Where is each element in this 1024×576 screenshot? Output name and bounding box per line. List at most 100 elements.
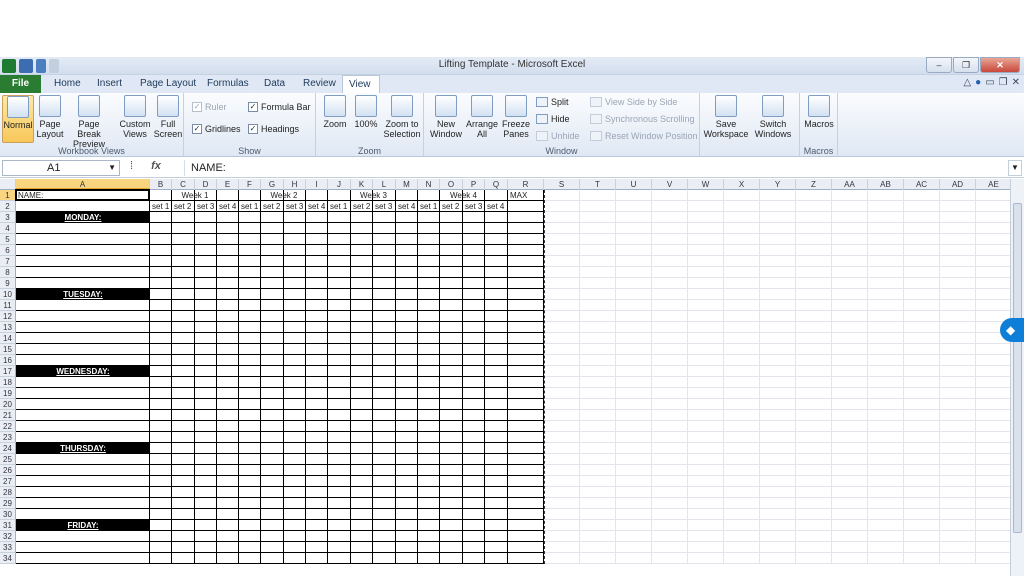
column-header-v[interactable]: V xyxy=(652,179,688,190)
column-header-d[interactable]: D xyxy=(195,179,217,190)
column-header-ac[interactable]: AC xyxy=(904,179,940,190)
active-cell-a1[interactable] xyxy=(15,189,150,201)
set-header[interactable]: set 4 xyxy=(308,201,327,212)
day-label[interactable]: THURSDAY: xyxy=(16,443,150,454)
row-header-28[interactable]: 28 xyxy=(0,487,16,498)
fx-icon[interactable]: fx xyxy=(151,160,161,176)
max-header[interactable]: MAX xyxy=(510,190,543,201)
row-header-8[interactable]: 8 xyxy=(0,267,16,278)
row-header-5[interactable]: 5 xyxy=(0,234,16,245)
set-header[interactable]: set 2 xyxy=(263,201,283,212)
page-break-preview-button[interactable]: Page Break Preview xyxy=(66,95,112,149)
column-header-w[interactable]: W xyxy=(688,179,724,190)
zoom-to-selection-button[interactable]: Zoom to Selection xyxy=(382,95,422,139)
week-header[interactable]: Week 2 xyxy=(241,190,327,201)
doc-minimize-icon[interactable]: ▭ xyxy=(985,77,994,88)
arrange-all-button[interactable]: Arrange All xyxy=(466,95,498,139)
gridlines-checkbox[interactable]: ✓ Gridlines xyxy=(192,124,241,134)
column-header-s[interactable]: S xyxy=(544,179,580,190)
zoom-100-button[interactable]: 100% xyxy=(352,95,380,129)
select-all-corner[interactable] xyxy=(0,179,16,190)
column-header-k[interactable]: K xyxy=(351,179,373,190)
day-label[interactable]: MONDAY: xyxy=(16,212,150,223)
new-window-button[interactable]: New Window xyxy=(428,95,464,139)
row-header-17[interactable]: 17 xyxy=(0,366,16,377)
scrollbar-thumb[interactable] xyxy=(1013,203,1022,533)
row-header-15[interactable]: 15 xyxy=(0,344,16,355)
row-header-13[interactable]: 13 xyxy=(0,322,16,333)
column-header-u[interactable]: U xyxy=(616,179,652,190)
week-header[interactable]: Week 3 xyxy=(330,190,417,201)
column-header-m[interactable]: M xyxy=(396,179,418,190)
tab-insert[interactable]: Insert xyxy=(91,75,128,93)
zoom-button[interactable]: Zoom xyxy=(320,95,350,129)
split-button[interactable]: Split xyxy=(536,97,569,107)
row-header-18[interactable]: 18 xyxy=(0,377,16,388)
column-header-c[interactable]: C xyxy=(172,179,195,190)
row-header-33[interactable]: 33 xyxy=(0,542,16,553)
switch-windows-button[interactable]: Switch Windows xyxy=(750,95,796,139)
column-header-ae[interactable]: AE xyxy=(976,179,1012,190)
column-header-b[interactable]: B xyxy=(150,179,172,190)
row-header-4[interactable]: 4 xyxy=(0,223,16,234)
unhide-button[interactable]: Unhide xyxy=(536,131,580,141)
day-label[interactable]: TUESDAY: xyxy=(16,289,150,300)
minimize-button[interactable]: – xyxy=(926,57,952,73)
column-header-aa[interactable]: AA xyxy=(832,179,868,190)
help-icon[interactable]: ● xyxy=(975,77,981,88)
full-screen-button[interactable]: Full Screen xyxy=(153,95,183,139)
set-header[interactable]: set 1 xyxy=(241,201,260,212)
column-header-g[interactable]: G xyxy=(261,179,284,190)
dropbox-badge[interactable]: ◆ xyxy=(1000,318,1024,342)
row-header-7[interactable]: 7 xyxy=(0,256,16,267)
set-header[interactable]: set 3 xyxy=(465,201,484,212)
row-header-27[interactable]: 27 xyxy=(0,476,16,487)
set-header[interactable]: set 1 xyxy=(330,201,350,212)
headings-checkbox[interactable]: ✓ Headings xyxy=(248,124,299,134)
day-label[interactable]: FRIDAY: xyxy=(16,520,150,531)
row-header-12[interactable]: 12 xyxy=(0,311,16,322)
hide-button[interactable]: Hide xyxy=(536,114,570,124)
column-header-l[interactable]: L xyxy=(373,179,396,190)
doc-restore-icon[interactable]: ❐ xyxy=(999,77,1008,88)
tab-formulas[interactable]: Formulas xyxy=(201,75,255,93)
vertical-scrollbar[interactable] xyxy=(1010,179,1024,576)
close-button[interactable]: ✕ xyxy=(980,57,1020,73)
tab-home[interactable]: Home xyxy=(48,75,87,93)
reset-window-position-button[interactable]: Reset Window Position xyxy=(590,131,698,141)
minimize-ribbon-icon[interactable]: △ xyxy=(963,77,971,88)
row-header-9[interactable]: 9 xyxy=(0,278,16,289)
row-header-23[interactable]: 23 xyxy=(0,432,16,443)
row-header-32[interactable]: 32 xyxy=(0,531,16,542)
row-header-3[interactable]: 3 xyxy=(0,212,16,223)
row-header-2[interactable]: 2 xyxy=(0,201,16,212)
row-header-29[interactable]: 29 xyxy=(0,498,16,509)
column-header-j[interactable]: J xyxy=(328,179,351,190)
set-header[interactable]: set 1 xyxy=(152,201,171,212)
view-side-by-side-button[interactable]: View Side by Side xyxy=(590,97,677,107)
set-header[interactable]: set 3 xyxy=(375,201,395,212)
column-header-q[interactable]: Q xyxy=(485,179,508,190)
synchronous-scrolling-button[interactable]: Synchronous Scrolling xyxy=(590,114,695,124)
week-header[interactable]: Week 4 xyxy=(420,190,507,201)
formula-bar-checkbox[interactable]: ✓ Formula Bar xyxy=(248,102,311,112)
row-header-34[interactable]: 34 xyxy=(0,553,16,564)
row-header-19[interactable]: 19 xyxy=(0,388,16,399)
set-header[interactable]: set 4 xyxy=(398,201,417,212)
row-header-24[interactable]: 24 xyxy=(0,443,16,454)
row-header-10[interactable]: 10 xyxy=(0,289,16,300)
column-header-o[interactable]: O xyxy=(440,179,463,190)
chevron-down-icon[interactable]: ▼ xyxy=(108,161,116,175)
column-header-z[interactable]: Z xyxy=(796,179,832,190)
day-label[interactable]: WEDNESDAY: xyxy=(16,366,150,377)
page-layout-button[interactable]: Page Layout xyxy=(35,95,65,139)
set-header[interactable]: set 3 xyxy=(286,201,305,212)
macros-button[interactable]: Macros xyxy=(803,95,835,129)
row-header-6[interactable]: 6 xyxy=(0,245,16,256)
column-header-i[interactable]: I xyxy=(306,179,328,190)
column-header-ad[interactable]: AD xyxy=(940,179,976,190)
row-header-20[interactable]: 20 xyxy=(0,399,16,410)
expand-formula-bar-icon[interactable]: ▼ xyxy=(1008,160,1022,176)
set-header[interactable]: set 1 xyxy=(420,201,439,212)
row-header-25[interactable]: 25 xyxy=(0,454,16,465)
